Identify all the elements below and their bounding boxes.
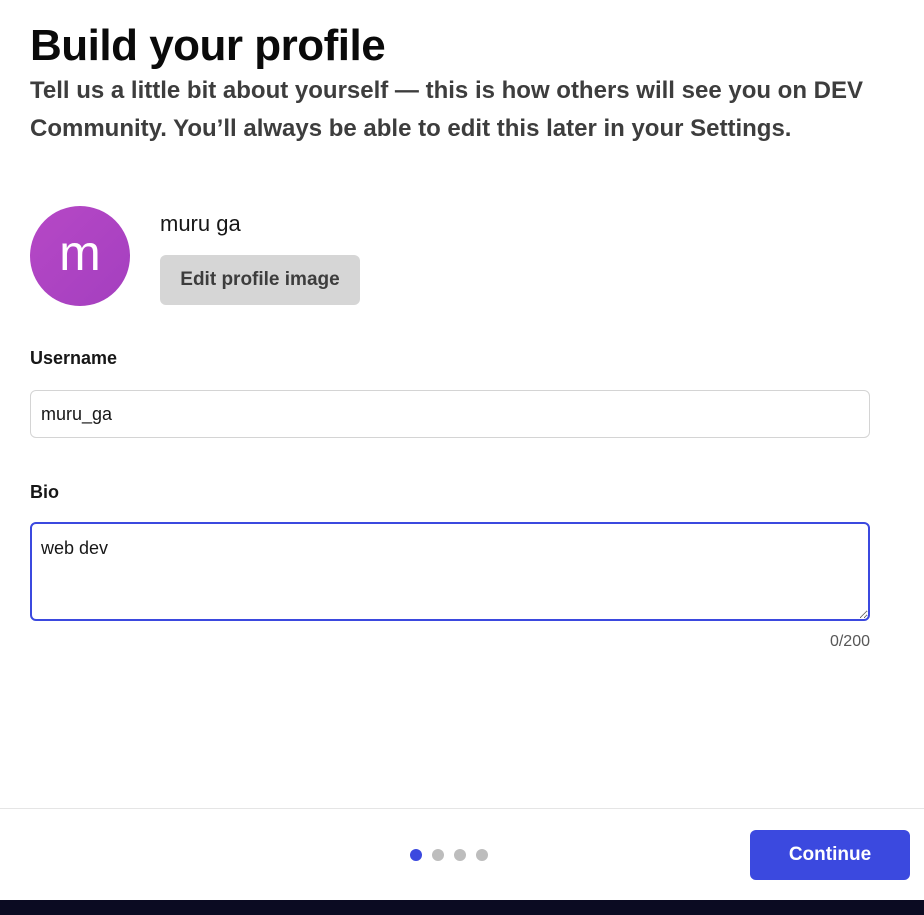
bio-textarea[interactable]: web dev	[30, 522, 870, 621]
step-dot-1	[410, 849, 422, 861]
step-dot-3	[454, 849, 466, 861]
onboarding-page: Build your profile Tell us a little bit …	[0, 0, 924, 915]
step-dot-2	[432, 849, 444, 861]
continue-button[interactable]: Continue	[750, 830, 910, 880]
edit-profile-image-button[interactable]: Edit profile image	[160, 255, 360, 305]
page-subtitle: Tell us a little bit about yourself — th…	[30, 77, 864, 142]
avatar-initial: m	[59, 225, 101, 281]
bottom-bar	[0, 900, 924, 915]
step-indicator	[410, 849, 488, 861]
bio-character-counter: 0/200	[829, 633, 870, 650]
step-dot-4	[476, 849, 488, 861]
page-title: Build your profile	[30, 21, 386, 70]
username-label: Username	[30, 348, 118, 368]
username-input[interactable]	[30, 390, 870, 438]
bio-label: Bio	[30, 482, 59, 502]
avatar: m	[30, 206, 130, 306]
profile-name: muru ga	[160, 211, 241, 236]
